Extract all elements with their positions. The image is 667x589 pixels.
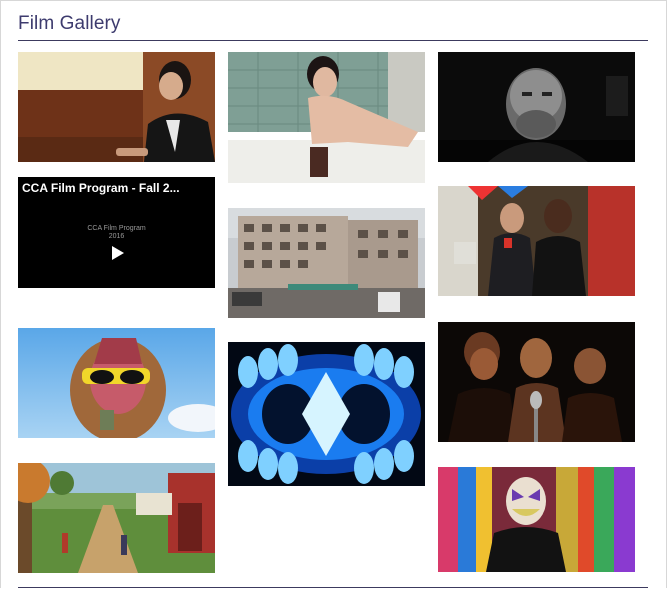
film-thumbnail-three-singers[interactable] xyxy=(438,322,635,442)
gallery-title: Film Gallery xyxy=(18,13,121,34)
title-divider xyxy=(18,40,648,41)
film-thumbnail-sunglasses-collage[interactable] xyxy=(18,328,215,438)
play-icon[interactable] xyxy=(112,246,124,260)
film-thumbnail-apartment-building[interactable] xyxy=(228,208,425,318)
video-thumbnail-cca-film-program[interactable]: CCA Film Program - Fall 2... CCA Film Pr… xyxy=(18,177,215,288)
video-caption-line1: CCA Film Program xyxy=(87,225,146,232)
film-thumbnail-painted-face-market[interactable] xyxy=(438,467,635,572)
film-thumbnail-man-in-suit[interactable] xyxy=(18,52,215,162)
video-caption-line2: 2016 xyxy=(108,233,125,240)
film-thumbnail-bearded-man-dark[interactable] xyxy=(438,52,635,162)
film-thumbnail-two-men-party[interactable] xyxy=(438,186,635,296)
film-thumbnail-woman-in-bathtub[interactable] xyxy=(228,52,425,183)
film-thumbnail-painted-farm[interactable] xyxy=(18,463,215,573)
film-thumbnail-blue-kaleidoscope[interactable] xyxy=(228,342,425,486)
video-center-caption: CCA Film Program 2016 xyxy=(18,225,215,241)
gallery-bottom-divider xyxy=(18,587,648,588)
video-title: CCA Film Program - Fall 2... xyxy=(22,181,180,195)
